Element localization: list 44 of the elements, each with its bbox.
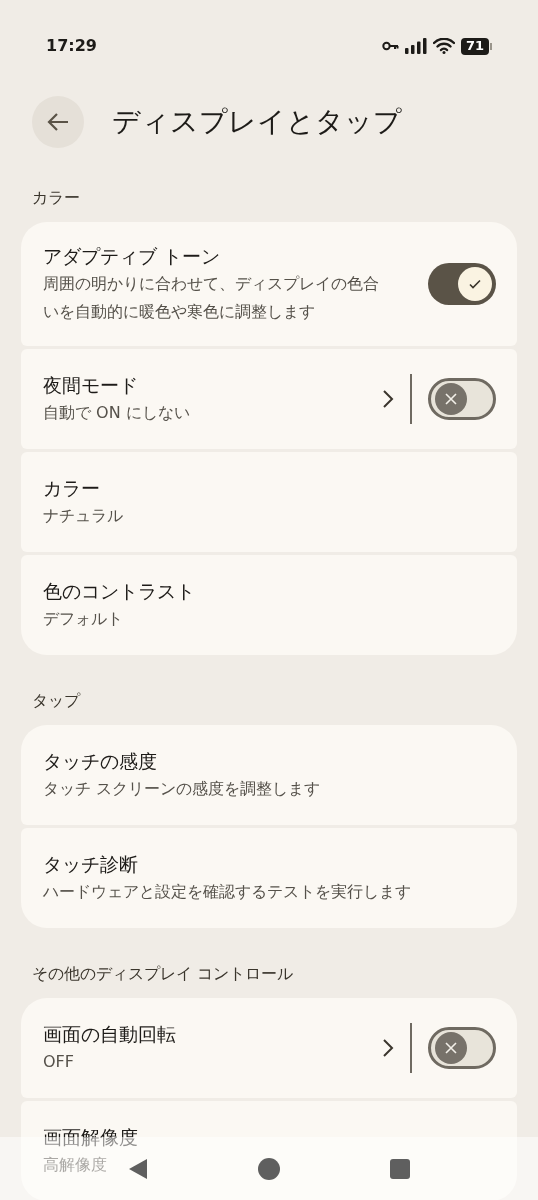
close-icon (444, 1041, 458, 1055)
toggle-switch[interactable] (428, 263, 496, 305)
back-button[interactable] (32, 96, 84, 148)
section-header: カラー (31, 187, 81, 209)
item-title: 画面解像度 (43, 1125, 138, 1150)
battery-indicator: 71 (460, 37, 492, 55)
page-title: ディスプレイとタップ (112, 104, 402, 140)
settings-item[interactable]: カラー ナチュラル (21, 452, 517, 552)
status-time: 17:29 (46, 35, 97, 57)
settings-item[interactable]: 夜間モード 自動で ON にしない (21, 349, 517, 449)
item-title: タッチ診断 (43, 852, 138, 877)
item-title: 夜間モード (43, 373, 138, 398)
back-triangle-icon[interactable] (128, 1157, 148, 1180)
signal-icon (404, 38, 427, 54)
item-subtitle: 周囲の明かりに合わせて、ディスプレイの色合いを自動的に暖色や寒色に調整します (43, 273, 380, 323)
back-arrow-icon (47, 112, 69, 132)
settings-item[interactable]: 色のコントラスト デフォルト (21, 555, 517, 655)
settings-item[interactable]: アダプティブ トーン 周囲の明かりに合わせて、ディスプレイの色合いを自動的に暖色や寒色に調整します (21, 222, 517, 346)
item-subtitle: デフォルト (43, 608, 123, 630)
item-subtitle: OFF (43, 1051, 74, 1073)
section-header: その他のディスプレイ コントロール (31, 963, 295, 985)
home-circle-icon[interactable] (258, 1157, 280, 1180)
item-subtitle: 自動で ON にしない (43, 402, 190, 424)
item-title: 色のコントラスト (43, 579, 195, 604)
chevron-right-icon[interactable] (382, 1038, 394, 1058)
chevron-right-icon[interactable] (382, 389, 394, 409)
toggle-switch[interactable] (428, 1027, 496, 1069)
settings-item[interactable]: 画面の自動回転 OFF (21, 998, 517, 1098)
item-title: タッチの感度 (43, 749, 157, 774)
section-header: タップ (31, 690, 82, 712)
item-title: アダプティブ トーン (43, 244, 221, 269)
item-subtitle: ナチュラル (43, 505, 123, 527)
settings-item[interactable]: タッチの感度 タッチ スクリーンの感度を調整します (21, 725, 517, 825)
item-title: 画面の自動回転 (43, 1022, 176, 1047)
settings-item[interactable]: タッチ診断 ハードウェアと設定を確認するテストを実行します (21, 828, 517, 928)
key-icon (381, 41, 399, 51)
wifi-icon (432, 38, 455, 54)
item-subtitle: タッチ スクリーンの感度を調整します (43, 778, 321, 800)
toggle-switch[interactable] (428, 378, 496, 420)
item-title: カラー (43, 476, 100, 501)
close-icon (444, 392, 458, 406)
recents-square-icon[interactable] (390, 1158, 410, 1179)
item-subtitle: ハードウェアと設定を確認するテストを実行します (43, 881, 411, 903)
item-subtitle: 高解像度 (43, 1154, 107, 1176)
